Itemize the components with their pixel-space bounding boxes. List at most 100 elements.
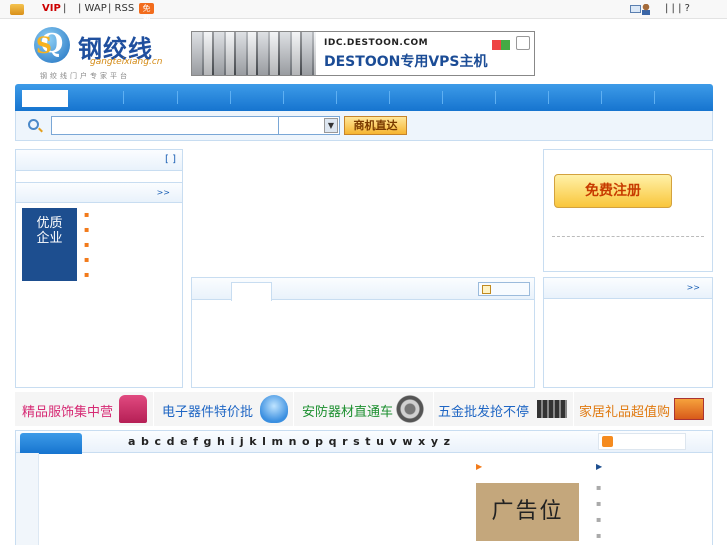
letter-link[interactable]: j xyxy=(240,435,244,448)
site-logo[interactable]: Q S 钢绞线 gangteixiang.cn 钢绞线门户专家平台 xyxy=(34,27,174,81)
promo-label: 精品服饰集中营 xyxy=(22,405,114,420)
letter-link[interactable]: g xyxy=(204,435,212,448)
promo-strip: 精品服饰集中营 电子器件特价批 安防器材直通车 五金批发抢不停 家居礼品超值购 xyxy=(15,392,713,426)
divider xyxy=(552,236,704,237)
promo-label: 安防器材直通车 xyxy=(302,405,394,420)
more-link[interactable]: >> xyxy=(687,283,700,292)
promo-item[interactable]: 安防器材直通车 xyxy=(294,392,434,426)
letter-link[interactable]: k xyxy=(249,435,256,448)
clothing-icon xyxy=(119,395,147,423)
tag-icon xyxy=(602,436,613,447)
tab-active[interactable] xyxy=(231,282,272,301)
letter-link[interactable]: d xyxy=(167,435,175,448)
letter-link[interactable]: b xyxy=(141,435,149,448)
letter-link[interactable]: o xyxy=(302,435,310,448)
list-bullet: ▪ xyxy=(596,483,602,492)
letter-link[interactable]: h xyxy=(217,435,225,448)
nav-separator xyxy=(601,91,602,104)
search-icon xyxy=(28,119,39,130)
promo-label: 电子器件特价批 xyxy=(162,405,254,420)
register-button[interactable]: 免费注册 xyxy=(554,174,672,208)
tab-active[interactable] xyxy=(20,433,82,454)
bullet-arrow-icon: ▶ xyxy=(476,462,483,471)
banner-url: IDC.DESTOON.COM xyxy=(324,38,429,48)
server-rack-image xyxy=(192,32,316,75)
letter-link[interactable]: p xyxy=(315,435,323,448)
nav-separator xyxy=(177,91,178,104)
nav-separator xyxy=(495,91,496,104)
more-link[interactable]: >> xyxy=(157,188,170,197)
center-panel xyxy=(191,277,535,388)
list-bullet: ▪ xyxy=(596,515,602,524)
letter-link[interactable]: w xyxy=(402,435,412,448)
letter-link[interactable]: f xyxy=(193,435,198,448)
letter-link[interactable]: r xyxy=(342,435,347,448)
wap-link[interactable]: | WAP xyxy=(78,3,107,14)
left-panel-subheader: >> xyxy=(16,182,182,203)
search-input[interactable] xyxy=(51,116,293,135)
bottom-sidebar xyxy=(16,453,39,545)
banner-ad[interactable]: IDC.DESTOON.COM DESTOON专用VPS主机 xyxy=(191,31,535,76)
promo-item[interactable]: 电子器件特价批 xyxy=(154,392,294,426)
main-nav xyxy=(15,84,713,111)
gift-box-icon xyxy=(674,398,704,420)
edit-button[interactable] xyxy=(478,282,530,296)
promo-item[interactable]: 家居礼品超值购 xyxy=(574,392,713,426)
letter-link[interactable]: l xyxy=(262,435,266,448)
promo-item[interactable]: 五金批发抢不停 xyxy=(434,392,574,426)
letter-link[interactable]: y xyxy=(431,435,438,448)
letter-index: abcdefghijklmnopqrstuvwxyz xyxy=(128,435,456,448)
center-panel-header xyxy=(192,278,534,301)
list-bullet: ▪ xyxy=(84,225,90,234)
nav-separator xyxy=(654,91,655,104)
letter-link[interactable]: u xyxy=(376,435,384,448)
top-right-links[interactable]: | | | ? xyxy=(665,3,690,14)
ad-placeholder[interactable]: 广告位 xyxy=(476,483,579,541)
letter-link[interactable]: z xyxy=(444,435,450,448)
nav-item-active[interactable] xyxy=(22,90,68,107)
letter-link[interactable]: n xyxy=(289,435,297,448)
letter-link[interactable]: a xyxy=(128,435,135,448)
promo-item[interactable]: 精品服饰集中营 xyxy=(15,392,154,426)
quality-enterprise-badge[interactable]: 优质企业 xyxy=(22,208,77,281)
home-icon[interactable] xyxy=(10,4,24,15)
fan-icon xyxy=(396,395,424,423)
header-brackets[interactable]: [ ] xyxy=(165,154,176,165)
left-panel: [ ] >> 优质企业 ▪ ▪ ▪ ▪ ▪ xyxy=(15,149,183,388)
right-list-panel: >> xyxy=(543,277,713,388)
rss-link[interactable]: | RSS xyxy=(108,3,134,14)
logo-domain: gangteixiang.cn xyxy=(90,57,163,67)
letter-link[interactable]: s xyxy=(353,435,360,448)
letter-link[interactable]: i xyxy=(230,435,234,448)
banner-title: DESTOON专用VPS主机 xyxy=(324,54,488,70)
separator: | xyxy=(63,3,67,14)
letter-link[interactable]: m xyxy=(272,435,283,448)
tag-box[interactable] xyxy=(598,433,686,450)
nav-separator xyxy=(123,91,124,104)
right-register-panel: 免费注册 xyxy=(543,149,713,272)
light-bulb-icon xyxy=(260,395,288,423)
enterprise-list: ▪ ▪ ▪ ▪ ▪ xyxy=(84,210,90,285)
list-bullet: ▪ xyxy=(596,499,602,508)
logo-slogan: 钢绞线门户专家平台 xyxy=(40,72,130,80)
list-bullet: ▪ xyxy=(84,255,90,264)
search-button[interactable]: 商机直达 xyxy=(344,116,407,135)
message-icon[interactable] xyxy=(630,5,641,13)
vip-link[interactable]: VIP xyxy=(42,3,61,14)
list-bullet: ▪ xyxy=(84,270,90,279)
chevron-down-icon[interactable]: ▼ xyxy=(324,118,338,133)
letter-link[interactable]: t xyxy=(365,435,370,448)
nav-separator xyxy=(230,91,231,104)
letter-link[interactable]: x xyxy=(418,435,425,448)
list-bullet: ▪ xyxy=(84,240,90,249)
letter-link[interactable]: v xyxy=(390,435,397,448)
letter-link[interactable]: q xyxy=(329,435,337,448)
right-panel-header: >> xyxy=(544,278,712,299)
letter-link[interactable]: c xyxy=(155,435,162,448)
letter-link[interactable]: e xyxy=(180,435,187,448)
left-panel-header: [ ] xyxy=(16,150,182,171)
search-category-select[interactable]: ▼ xyxy=(278,116,340,135)
quality-enterprise-label: 优质企业 xyxy=(36,216,63,246)
search-bar: ▼ 商机直达 xyxy=(15,111,713,141)
user-icon[interactable] xyxy=(642,4,650,15)
